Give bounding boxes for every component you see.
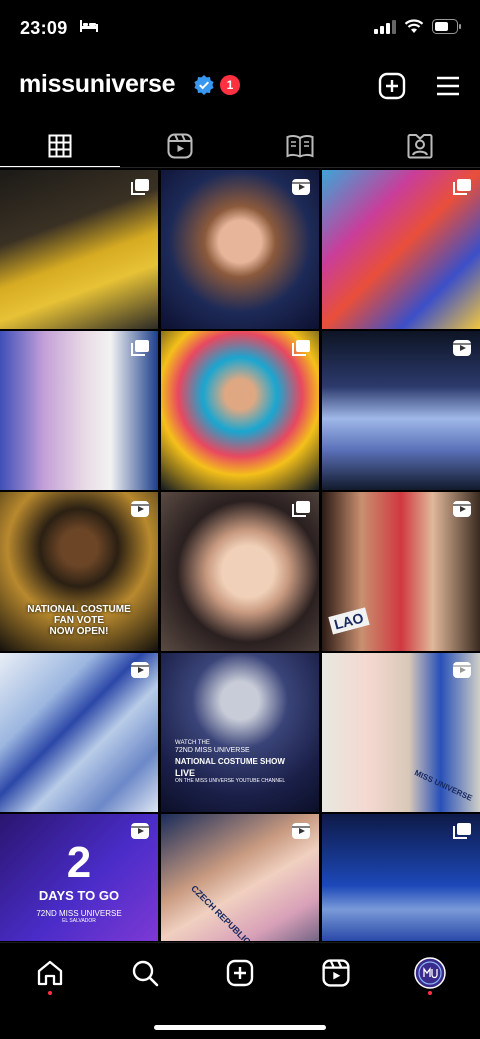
- bottom-navigation: [0, 942, 480, 1039]
- sash-text: MISS UNIVERSE: [413, 768, 474, 803]
- nav-search[interactable]: [129, 957, 161, 989]
- reel-icon: [292, 823, 310, 839]
- caption-line: NATIONAL COSTUME: [27, 604, 131, 615]
- cellular-signal-icon: [374, 19, 396, 34]
- caption-line: LIVE: [175, 768, 196, 778]
- caption-line: EL SALVADOR: [62, 918, 96, 924]
- notification-badge[interactable]: 1: [220, 75, 240, 95]
- post-caption-overlay: WATCH THE 72ND MISS UNIVERSE NATIONAL CO…: [175, 739, 285, 785]
- caption-line: 72ND MISS UNIVERSE: [175, 747, 250, 754]
- carousel-icon: [292, 340, 310, 356]
- tab-guides[interactable]: [240, 124, 360, 168]
- post-thumbnail[interactable]: [322, 331, 480, 490]
- status-bar: 23:09: [0, 0, 480, 56]
- home-indicator: [154, 1025, 326, 1030]
- reel-icon: [453, 340, 471, 356]
- sash-text: LAO: [328, 607, 370, 635]
- menu-icon[interactable]: [434, 72, 462, 100]
- caption-line: NOW OPEN!: [49, 626, 109, 637]
- grid-icon: [48, 134, 72, 158]
- profile-tabs: [0, 124, 480, 168]
- post-thumbnail[interactable]: [161, 492, 319, 651]
- post-thumbnail[interactable]: [0, 170, 158, 329]
- tagged-person-icon: [407, 134, 433, 159]
- reel-icon: [453, 662, 471, 678]
- posts-grid: NATIONAL COSTUME FAN VOTE NOW OPEN! LAO …: [0, 170, 480, 941]
- reel-icon: [131, 501, 149, 517]
- post-thumbnail[interactable]: MISS UNIVERSE: [322, 653, 480, 812]
- caption-line: ON THE MISS UNIVERSE YOUTUBE CHANNEL: [175, 778, 286, 784]
- verified-badge-icon: [194, 75, 214, 95]
- nav-reels[interactable]: [320, 957, 352, 989]
- post-thumbnail[interactable]: CZECH REPUBLIC: [161, 814, 319, 941]
- post-thumbnail[interactable]: NATIONAL COSTUME FAN VOTE NOW OPEN!: [0, 492, 158, 651]
- caption-line: FAN VOTE: [53, 615, 104, 626]
- countdown-number: 2: [66, 838, 92, 887]
- carousel-icon: [453, 823, 471, 839]
- home-activity-dot: [48, 991, 52, 995]
- carousel-icon: [453, 179, 471, 195]
- wifi-icon: [404, 19, 424, 33]
- reels-icon: [167, 133, 193, 159]
- caption-line: WATCH THE: [175, 740, 210, 746]
- reel-icon: [292, 179, 310, 195]
- post-thumbnail[interactable]: [0, 331, 158, 490]
- profile-header: missuniverse 1: [0, 60, 480, 112]
- post-thumbnail[interactable]: LAO: [322, 492, 480, 651]
- carousel-icon: [292, 501, 310, 517]
- tab-posts-grid[interactable]: [0, 124, 120, 168]
- sleep-mode-icon: [80, 20, 98, 32]
- reel-icon: [131, 662, 149, 678]
- post-thumbnail[interactable]: [322, 814, 480, 941]
- caption-line: NATIONAL COSTUME SHOW: [175, 757, 285, 766]
- profile-activity-dot: [428, 991, 432, 995]
- guides-book-icon: [286, 134, 314, 158]
- nav-create[interactable]: [224, 957, 256, 989]
- reels-icon: [322, 959, 350, 987]
- reel-icon: [453, 501, 471, 517]
- post-thumbnail[interactable]: [161, 170, 319, 329]
- post-thumbnail[interactable]: [0, 653, 158, 812]
- username-switcher[interactable]: missuniverse: [19, 70, 176, 99]
- post-caption-overlay: NATIONAL COSTUME FAN VOTE NOW OPEN!: [0, 604, 158, 637]
- tabs-divider: [0, 167, 480, 168]
- nav-profile[interactable]: [414, 957, 446, 989]
- post-thumbnail[interactable]: WATCH THE 72ND MISS UNIVERSE NATIONAL CO…: [161, 653, 319, 812]
- post-thumbnail[interactable]: [322, 170, 480, 329]
- battery-icon: [432, 19, 461, 34]
- post-caption-overlay: 2 DAYS TO GO 72ND MISS UNIVERSE EL SALVA…: [0, 838, 158, 925]
- tab-reels[interactable]: [120, 124, 240, 168]
- profile-avatar: [414, 957, 446, 989]
- caption-line: 72ND MISS UNIVERSE: [36, 909, 122, 918]
- carousel-icon: [131, 179, 149, 195]
- sash-text: CZECH REPUBLIC: [189, 883, 253, 941]
- nav-home[interactable]: [34, 957, 66, 989]
- home-icon: [37, 960, 63, 986]
- reel-icon: [131, 823, 149, 839]
- status-time: 23:09: [20, 18, 68, 38]
- search-icon: [132, 960, 159, 987]
- post-thumbnail[interactable]: [161, 331, 319, 490]
- caption-line: DAYS TO GO: [38, 888, 120, 903]
- create-icon: [226, 959, 254, 987]
- carousel-icon: [131, 340, 149, 356]
- post-thumbnail[interactable]: 2 DAYS TO GO 72ND MISS UNIVERSE EL SALVA…: [0, 814, 158, 941]
- tab-tagged[interactable]: [360, 124, 480, 168]
- create-new-icon[interactable]: [378, 72, 406, 100]
